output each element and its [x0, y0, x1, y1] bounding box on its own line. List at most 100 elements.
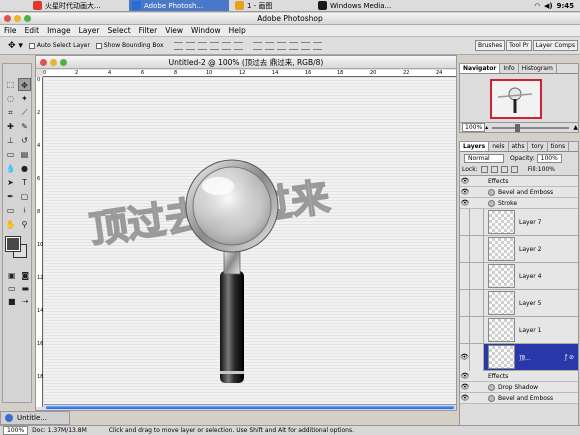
tab-channels[interactable]: nels	[489, 142, 509, 151]
distribute-top-icon[interactable]	[252, 41, 262, 50]
horizontal-ruler[interactable]: 0 2 4 6 8 10 12 14 16 18 20 22 24	[43, 70, 456, 77]
brush-link-icon[interactable]	[470, 343, 484, 371]
tab-history[interactable]: tory	[528, 142, 548, 151]
close-icon[interactable]	[4, 15, 11, 22]
layer-row[interactable]: Layer 4	[460, 262, 578, 290]
standard-mode-icon[interactable]: ▣	[6, 269, 18, 282]
zoom-icon[interactable]	[24, 15, 31, 22]
well-tab-tool-presets[interactable]: Tool Pr	[506, 40, 532, 51]
dodge-tool-icon[interactable]: ●	[18, 162, 31, 175]
jump-to-imageready-icon[interactable]: ⇢	[20, 295, 32, 308]
effect-row[interactable]: 👁 Drop Shadow	[460, 382, 578, 393]
doc-zoom-icon[interactable]	[60, 59, 67, 66]
zoom-tool-icon[interactable]: ⚲	[18, 218, 31, 231]
effect-row[interactable]: 👁 Stroke	[460, 198, 578, 209]
fill-field[interactable]: 100%	[538, 166, 555, 173]
tab-navigator[interactable]: Navigator	[460, 64, 501, 73]
screen-mode-full-icon[interactable]: ▬	[20, 282, 32, 295]
layer-effects-icon[interactable]: ƒ ⊘	[565, 354, 574, 361]
menu-image[interactable]: Image	[47, 26, 71, 35]
brush-tool-icon[interactable]: ✎	[18, 120, 31, 133]
vertical-ruler[interactable]: 0 2 4 6 8 10 12 14 16 18	[36, 77, 43, 407]
zoom-slider-thumb[interactable]	[515, 123, 521, 132]
healing-brush-icon[interactable]: ✚	[4, 120, 17, 133]
menu-file[interactable]: File	[4, 26, 17, 35]
layer-row[interactable]: Layer 1	[460, 316, 578, 344]
minimize-icon[interactable]	[14, 15, 21, 22]
hand-tool-icon[interactable]: ✋	[4, 218, 17, 231]
eye-icon[interactable]: 👁	[460, 372, 470, 380]
lock-image-icon[interactable]	[490, 166, 498, 173]
effect-row[interactable]: 👁 Bevel and Emboss	[460, 187, 578, 198]
opacity-field[interactable]: 100%	[536, 153, 562, 163]
link-toggle[interactable]	[470, 235, 484, 263]
move-tool-icon[interactable]: ✥ ▾	[8, 41, 23, 51]
layer-row[interactable]: Layer 7	[460, 208, 578, 236]
status-zoom-field[interactable]: 100%	[3, 426, 29, 435]
layer-row-selected[interactable]: 👁 顶... ƒ ⊘	[460, 343, 578, 371]
doc-minimize-icon[interactable]	[50, 59, 57, 66]
tab-histogram[interactable]: Histogram	[519, 64, 557, 73]
status-doc-size[interactable]: Doc: 1.37M/13.8M	[32, 427, 87, 434]
blur-tool-icon[interactable]: 💧	[4, 162, 17, 175]
volume-icon[interactable]: ◀)	[544, 2, 553, 10]
align-bottom-icon[interactable]	[197, 41, 207, 50]
align-right-icon[interactable]	[233, 41, 243, 50]
tab-info[interactable]: Info	[500, 64, 519, 73]
lock-position-icon[interactable]	[500, 166, 508, 173]
lock-all-icon[interactable]	[510, 166, 518, 173]
foreground-color-swatch[interactable]	[5, 236, 21, 252]
eye-icon[interactable]: 👁	[460, 394, 470, 402]
visibility-toggle[interactable]	[460, 208, 470, 236]
clock[interactable]: 9:45	[557, 2, 574, 10]
horizontal-scrollbar[interactable]	[44, 404, 456, 410]
shape-tool-icon[interactable]: ▢	[18, 190, 31, 203]
link-toggle[interactable]	[470, 316, 484, 344]
task-media-player[interactable]: Windows Media...	[315, 0, 411, 11]
link-toggle[interactable]	[470, 208, 484, 236]
menu-help[interactable]: Help	[229, 26, 246, 35]
doc-close-icon[interactable]	[40, 59, 47, 66]
lasso-tool-icon[interactable]: ◌	[4, 92, 17, 105]
crop-tool-icon[interactable]: ⌗	[4, 106, 17, 119]
eye-icon[interactable]: 👁	[460, 199, 470, 207]
menu-window[interactable]: Window	[191, 26, 221, 35]
menu-view[interactable]: View	[165, 26, 183, 35]
path-select-icon[interactable]: ➤	[4, 176, 17, 189]
move-tool-icon-box[interactable]: ✥	[18, 78, 31, 91]
well-tab-layer-comps[interactable]: Layer Comps	[532, 40, 578, 51]
menu-select[interactable]: Select	[108, 26, 131, 35]
well-tab-brushes[interactable]: Brushes	[475, 40, 506, 51]
layer-row[interactable]: Layer 5	[460, 289, 578, 317]
distribute-vcenter-icon[interactable]	[264, 41, 274, 50]
link-toggle[interactable]	[470, 262, 484, 290]
task-photoshop[interactable]: Adobe Photosh...	[129, 0, 229, 11]
effect-row[interactable]: 👁 Bevel and Emboss	[460, 393, 578, 404]
distribute-right-icon[interactable]	[312, 41, 322, 50]
document-titlebar[interactable]: Untitled-2 @ 100% (顶过去 鼎过来, RGB/8)	[36, 56, 456, 69]
show-bounding-box-checkbox[interactable]: Show Bounding Box	[95, 42, 164, 49]
visibility-toggle[interactable]	[460, 316, 470, 344]
eye-icon[interactable]: 👁	[460, 188, 470, 196]
slice-tool-icon[interactable]: ⟋	[18, 106, 31, 119]
minimized-document[interactable]: Untitle...	[0, 411, 70, 425]
layer-row[interactable]: Layer 2	[460, 235, 578, 263]
screen-mode-fullscreen-icon[interactable]: ■	[6, 295, 18, 308]
zoom-in-icon[interactable]: ▲	[573, 124, 578, 131]
navigator-zoom-slider[interactable]	[492, 123, 570, 132]
blend-mode-select[interactable]: Normal	[464, 153, 504, 163]
distribute-hcenter-icon[interactable]	[300, 41, 310, 50]
auto-select-layer-checkbox[interactable]: Auto Select Layer	[28, 42, 90, 49]
magic-wand-tool-icon[interactable]: ✦	[18, 92, 31, 105]
eye-icon[interactable]: 👁	[460, 343, 470, 371]
align-left-icon[interactable]	[209, 41, 219, 50]
scroll-thumb[interactable]	[46, 406, 454, 409]
navigator-preview[interactable]	[490, 79, 542, 119]
visibility-toggle[interactable]	[460, 289, 470, 317]
pen-tool-icon[interactable]: ✒	[4, 190, 17, 203]
canvas[interactable]: 顶过去 鼎过来	[44, 78, 456, 408]
clone-stamp-icon[interactable]: ⊥	[4, 134, 17, 147]
visibility-toggle[interactable]	[460, 262, 470, 290]
align-top-icon[interactable]	[173, 41, 183, 50]
tab-layers[interactable]: Layers	[460, 142, 490, 151]
